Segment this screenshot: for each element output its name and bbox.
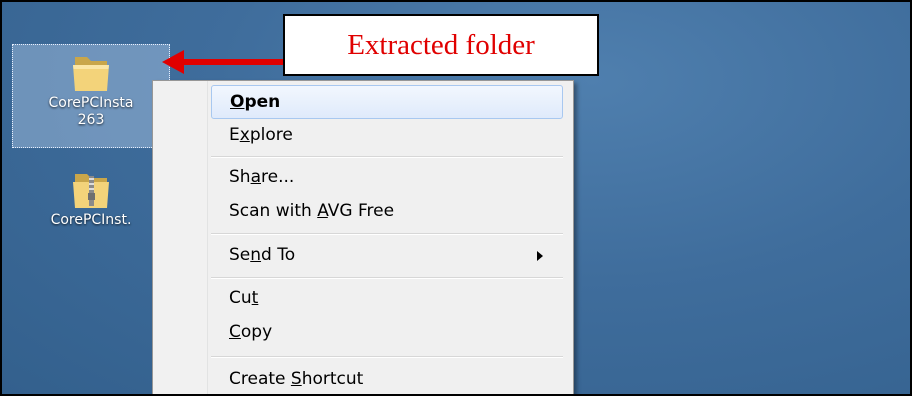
context-menu: Open Explore Share... Scan with AVG Free… [152, 80, 574, 394]
callout-text: Extracted folder [347, 28, 535, 61]
desktop: CorePCInsta 263 CorePCInst. Extracted fo… [0, 0, 912, 396]
folder-icon [73, 57, 109, 91]
menu-item-explore[interactable]: Explore [211, 119, 563, 153]
desktop-icon-label: CorePCInst. [50, 212, 132, 228]
menu-item-cut[interactable]: Cut [211, 282, 563, 316]
menu-item-scan-avg[interactable]: Scan with AVG Free [211, 195, 563, 229]
menu-icon-gutter [153, 81, 208, 394]
menu-separator [211, 277, 563, 279]
menu-separator [211, 356, 563, 358]
menu-item-open[interactable]: Open [211, 85, 563, 119]
menu-separator [211, 156, 563, 158]
menu-separator [211, 233, 563, 235]
menu-item-share[interactable]: Share... [211, 161, 563, 195]
desktop-icon-label-line2: 263 [77, 112, 105, 128]
menu-item-copy[interactable]: Copy [211, 316, 563, 350]
desktop-icon-label: CorePCInsta [48, 95, 134, 111]
zip-folder-icon [73, 174, 109, 208]
submenu-arrow-icon [537, 251, 543, 261]
desktop-icon-extracted-folder[interactable]: CorePCInsta 263 [12, 44, 170, 148]
desktop-icon-zip-folder[interactable]: CorePCInst. [12, 166, 170, 246]
annotation-callout: Extracted folder [283, 14, 599, 76]
annotation-arrow-icon [162, 50, 284, 74]
menu-item-send-to[interactable]: Send To [211, 239, 563, 273]
menu-item-create-shortcut[interactable]: Create Shortcut [211, 363, 563, 394]
